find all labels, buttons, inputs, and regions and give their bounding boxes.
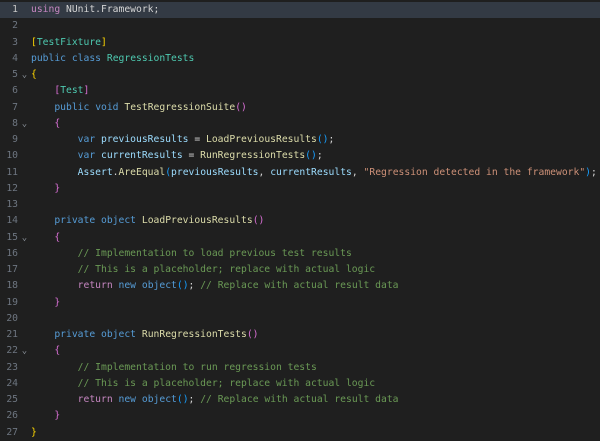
code-text: private object RunRegressionTests() <box>54 329 259 340</box>
line-number[interactable]: 14 <box>0 213 18 229</box>
line-number[interactable]: 1 <box>0 2 18 18</box>
code-text: { <box>54 231 61 243</box>
code-line[interactable]: 7 public void TestRegressionSuite() <box>0 100 600 116</box>
fold-chevron-icon[interactable]: ⌄ <box>18 116 31 132</box>
line-number[interactable]: 7 <box>0 100 18 116</box>
code-text: [TestFixture] <box>31 36 107 48</box>
code-line[interactable]: 3 [TestFixture] <box>0 35 600 51</box>
line-number[interactable]: 3 <box>0 35 18 51</box>
code-editor[interactable]: 1 using NUnit.Framework; 2 3 [TestFixture] 4 p… <box>0 0 600 441</box>
code-line[interactable]: 23 // Implementation to run regression t… <box>0 360 600 376</box>
code-line[interactable]: 17 // This is a placeholder; replace wit… <box>0 262 600 278</box>
code-line[interactable]: 2 <box>0 18 600 34</box>
code-text: { <box>31 69 37 80</box>
code-line[interactable]: 21 private object RunRegressionTests() <box>0 327 600 343</box>
code-line[interactable]: 15 ⌄ { <box>0 230 600 246</box>
code-text: return new object(); // Replace with act… <box>77 280 399 292</box>
line-number[interactable]: 25 <box>0 392 18 408</box>
line-number[interactable]: 6 <box>0 83 18 99</box>
code-line[interactable]: 16 // Implementation to load previous te… <box>0 246 600 262</box>
line-number[interactable]: 15 <box>0 230 18 246</box>
line-number[interactable]: 10 <box>0 148 18 164</box>
code-line[interactable]: 20 <box>0 311 600 327</box>
code-line[interactable]: 18 return new object(); // Replace with … <box>0 278 600 294</box>
line-number[interactable]: 20 <box>0 311 18 327</box>
code-line[interactable]: 24 // This is a placeholder; replace wit… <box>0 376 600 392</box>
line-number[interactable]: 27 <box>0 425 18 441</box>
code-line[interactable]: 4 public class RegressionTests <box>0 51 600 67</box>
code-text: private object LoadPreviousResults() <box>54 215 265 227</box>
code-text: [Test] <box>54 85 90 97</box>
code-line[interactable]: 27} <box>0 425 600 441</box>
line-number[interactable]: 5 <box>0 67 18 83</box>
code-line[interactable]: 10 var currentResults = RunRegressionTes… <box>0 148 600 164</box>
code-text: return new object(); // Replace with act… <box>77 394 399 405</box>
line-number[interactable]: 4 <box>0 51 18 67</box>
code-line[interactable]: 19 } <box>0 295 600 311</box>
code-text: { <box>54 345 61 357</box>
code-text: } <box>54 296 61 308</box>
line-number[interactable]: 21 <box>0 327 18 343</box>
code-line[interactable]: 25 return new object(); // Replace with … <box>0 392 600 408</box>
line-number[interactable]: 11 <box>0 165 18 181</box>
line-number[interactable]: 16 <box>0 246 18 262</box>
line-number[interactable]: 12 <box>0 181 18 197</box>
code-line[interactable]: 6 [Test] <box>0 83 600 99</box>
code-text: } <box>31 426 37 438</box>
code-text: // Implementation to load previous test … <box>77 247 352 259</box>
code-text: // Implementation to run regression test… <box>77 361 317 373</box>
code-text: var previousResults = LoadPreviousResult… <box>77 134 335 145</box>
line-number[interactable]: 2 <box>0 18 18 34</box>
code-text: { <box>54 117 61 129</box>
fold-chevron-icon[interactable]: ⌄ <box>18 343 31 359</box>
line-number[interactable]: 8 <box>0 116 18 132</box>
code-line[interactable]: 5 ⌄{ <box>0 67 600 83</box>
code-line[interactable]: 13 <box>0 197 600 213</box>
code-text: var currentResults = RunRegressionTests(… <box>77 150 323 162</box>
code-text: public void TestRegressionSuite() <box>54 101 247 113</box>
line-number[interactable]: 17 <box>0 262 18 278</box>
code-line[interactable]: 11 Assert.AreEqual(previousResults, curr… <box>0 165 600 181</box>
code-text: } <box>54 410 61 422</box>
code-text: // This is a placeholder; replace with a… <box>77 377 376 389</box>
code-line[interactable]: 9 var previousResults = LoadPreviousResu… <box>0 132 600 148</box>
code-line[interactable]: 14 private object LoadPreviousResults() <box>0 213 600 229</box>
code-text: } <box>54 182 61 194</box>
code-line[interactable]: 22 ⌄ { <box>0 343 600 359</box>
line-number[interactable]: 22 <box>0 343 18 359</box>
code-line[interactable]: 1 using NUnit.Framework; <box>0 2 600 19</box>
line-number[interactable]: 23 <box>0 360 18 376</box>
fold-chevron-icon[interactable]: ⌄ <box>18 230 31 246</box>
code-text: using NUnit.Framework; <box>31 4 160 15</box>
code-line[interactable]: 26 } <box>0 408 600 424</box>
line-number[interactable]: 18 <box>0 278 18 294</box>
code-text: Assert.AreEqual(previousResults, current… <box>77 166 597 178</box>
code-text: public class RegressionTests <box>31 52 195 64</box>
line-number[interactable]: 24 <box>0 376 18 392</box>
code-line[interactable]: 12 } <box>0 181 600 197</box>
line-number[interactable]: 9 <box>0 132 18 148</box>
fold-chevron-icon[interactable]: ⌄ <box>18 67 31 83</box>
code-line[interactable]: 8 ⌄ { <box>0 116 600 132</box>
line-number[interactable]: 26 <box>0 408 18 424</box>
code-text: // This is a placeholder; replace with a… <box>77 264 376 275</box>
line-number[interactable]: 13 <box>0 197 18 213</box>
line-number[interactable]: 19 <box>0 295 18 311</box>
